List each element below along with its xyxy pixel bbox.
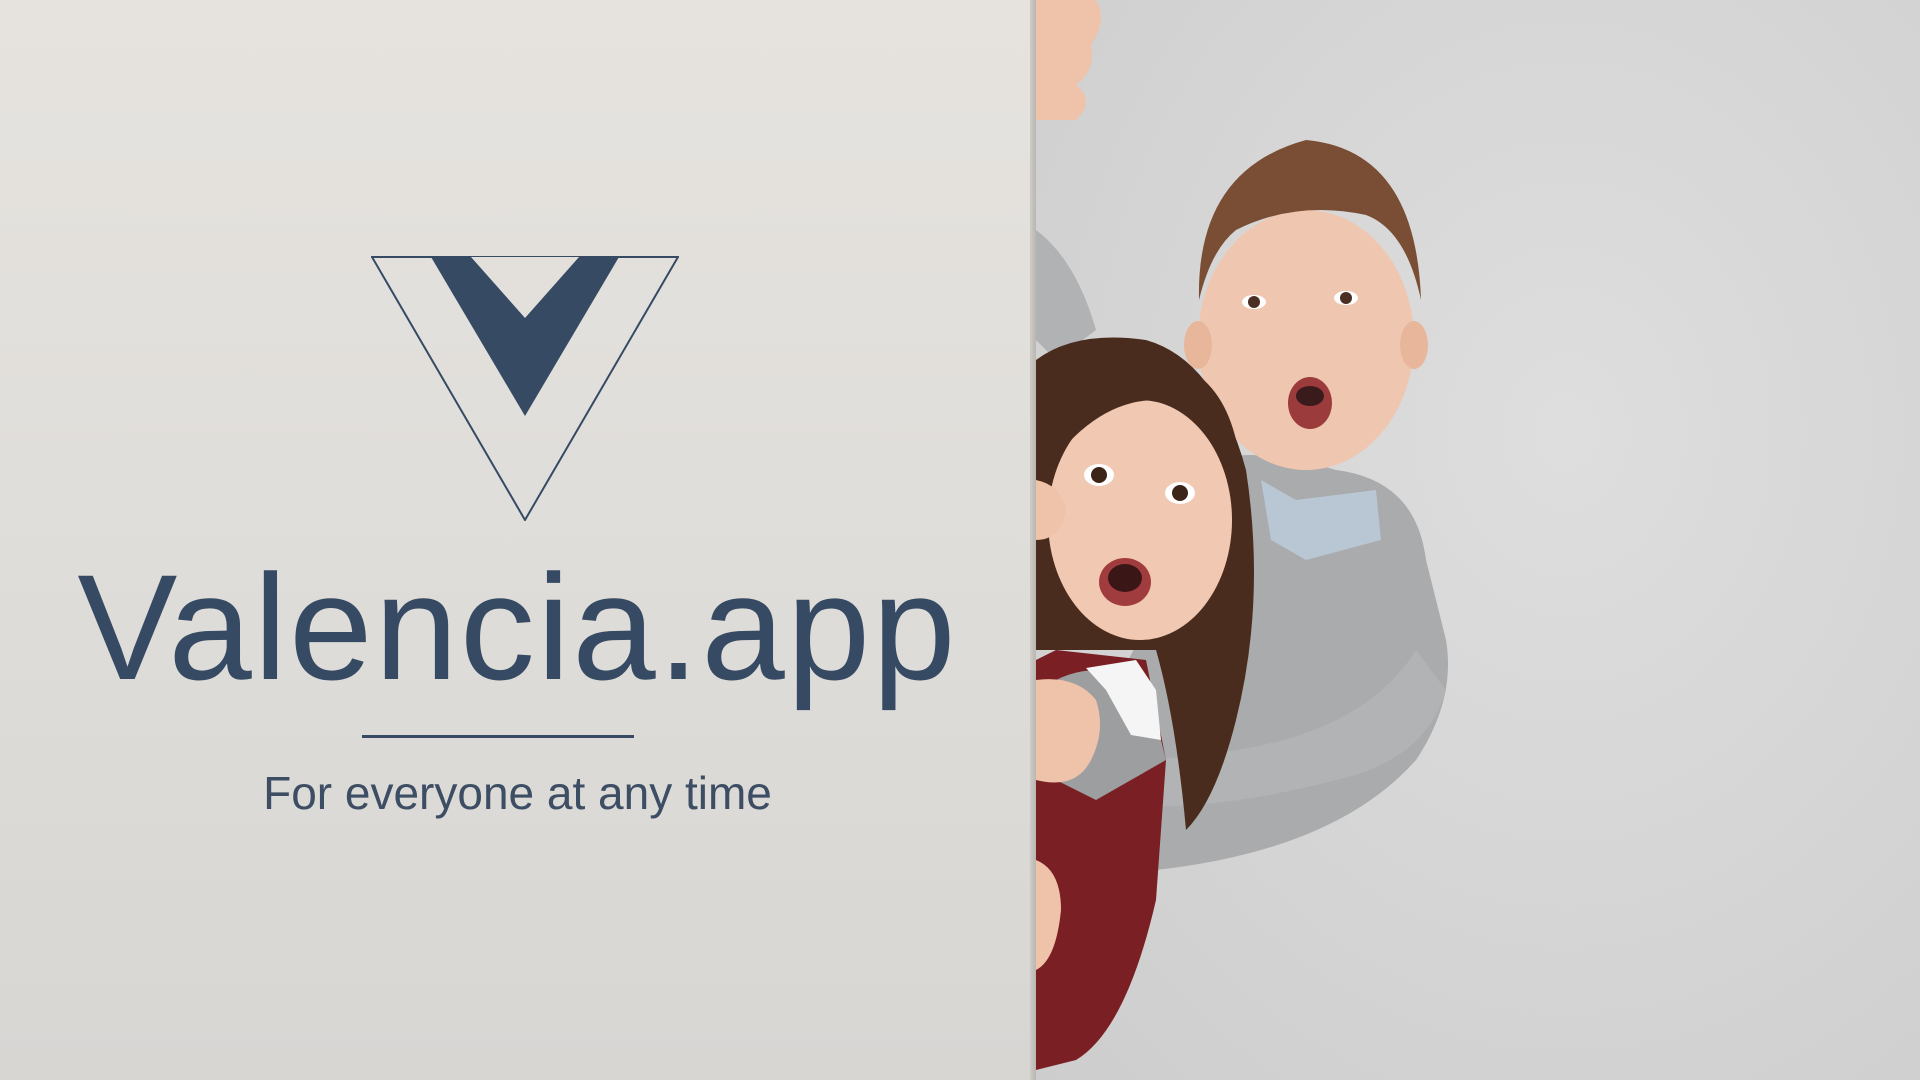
brand-divider [362, 735, 634, 738]
children-illustration [1036, 0, 1448, 1070]
brand-title: Valencia.app [77, 543, 958, 711]
hero-banner: Valencia.app For everyone at any time [0, 0, 1920, 1080]
sign-board: Valencia.app For everyone at any time [0, 0, 1035, 1080]
v-triangle-logo-icon [371, 256, 679, 521]
two-children-peeking-photo [1036, 0, 1920, 1080]
tagline: For everyone at any time [263, 767, 772, 819]
